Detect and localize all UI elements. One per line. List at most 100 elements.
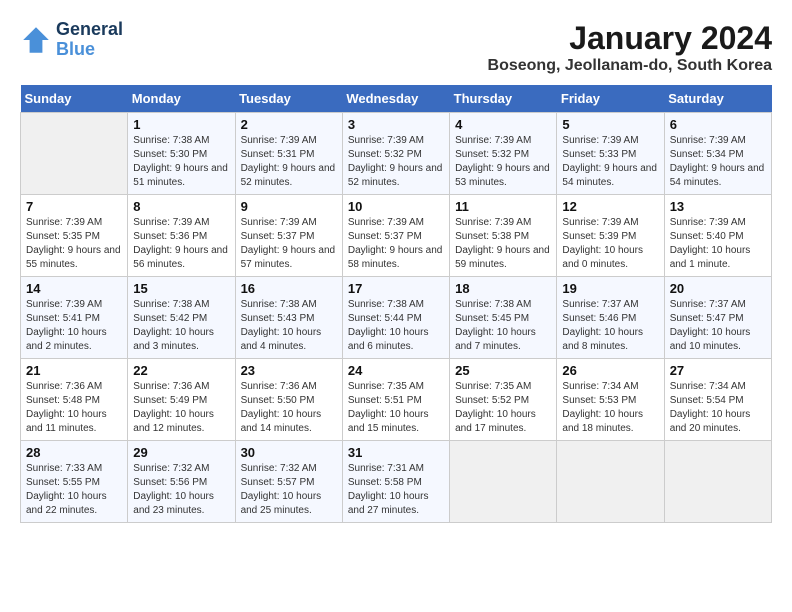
- day-number: 10: [348, 199, 444, 214]
- day-detail: Sunrise: 7:39 AM Sunset: 5:32 PM Dayligh…: [455, 134, 551, 190]
- day-detail: Sunrise: 7:37 AM Sunset: 5:46 PM Dayligh…: [562, 298, 658, 354]
- calendar-cell: 30 Sunrise: 7:32 AM Sunset: 5:57 PM Dayli…: [235, 441, 342, 523]
- day-detail: Sunrise: 7:34 AM Sunset: 5:54 PM Dayligh…: [670, 380, 766, 436]
- day-number: 14: [26, 281, 122, 296]
- calendar-week-row: 14 Sunrise: 7:39 AM Sunset: 5:41 PM Dayli…: [21, 277, 772, 359]
- calendar-cell: [450, 441, 557, 523]
- weekday-header-wednesday: Wednesday: [342, 85, 449, 113]
- day-number: 7: [26, 199, 122, 214]
- calendar-cell: 16 Sunrise: 7:38 AM Sunset: 5:43 PM Dayli…: [235, 277, 342, 359]
- calendar-cell: 18 Sunrise: 7:38 AM Sunset: 5:45 PM Dayli…: [450, 277, 557, 359]
- day-detail: Sunrise: 7:36 AM Sunset: 5:48 PM Dayligh…: [26, 380, 122, 436]
- day-number: 20: [670, 281, 766, 296]
- day-detail: Sunrise: 7:38 AM Sunset: 5:45 PM Dayligh…: [455, 298, 551, 354]
- day-number: 19: [562, 281, 658, 296]
- day-number: 28: [26, 445, 122, 460]
- day-detail: Sunrise: 7:38 AM Sunset: 5:30 PM Dayligh…: [133, 134, 229, 190]
- calendar-table: SundayMondayTuesdayWednesdayThursdayFrid…: [20, 85, 772, 523]
- calendar-cell: 20 Sunrise: 7:37 AM Sunset: 5:47 PM Dayli…: [664, 277, 771, 359]
- day-detail: Sunrise: 7:39 AM Sunset: 5:32 PM Dayligh…: [348, 134, 444, 190]
- day-detail: Sunrise: 7:35 AM Sunset: 5:52 PM Dayligh…: [455, 380, 551, 436]
- calendar-week-row: 28 Sunrise: 7:33 AM Sunset: 5:55 PM Dayli…: [21, 441, 772, 523]
- day-detail: Sunrise: 7:39 AM Sunset: 5:37 PM Dayligh…: [241, 216, 337, 272]
- day-number: 12: [562, 199, 658, 214]
- day-detail: Sunrise: 7:39 AM Sunset: 5:38 PM Dayligh…: [455, 216, 551, 272]
- day-detail: Sunrise: 7:37 AM Sunset: 5:47 PM Dayligh…: [670, 298, 766, 354]
- weekday-header-sunday: Sunday: [21, 85, 128, 113]
- calendar-week-row: 21 Sunrise: 7:36 AM Sunset: 5:48 PM Dayli…: [21, 359, 772, 441]
- day-detail: Sunrise: 7:39 AM Sunset: 5:36 PM Dayligh…: [133, 216, 229, 272]
- page-header: General Blue January 2024 Boseong, Jeoll…: [20, 20, 772, 75]
- day-detail: Sunrise: 7:33 AM Sunset: 5:55 PM Dayligh…: [26, 462, 122, 518]
- calendar-cell: 27 Sunrise: 7:34 AM Sunset: 5:54 PM Dayli…: [664, 359, 771, 441]
- calendar-cell: 11Sunrise: 7:39 AM Sunset: 5:38 PM Dayli…: [450, 195, 557, 277]
- day-detail: Sunrise: 7:36 AM Sunset: 5:50 PM Dayligh…: [241, 380, 337, 436]
- calendar-cell: [21, 113, 128, 195]
- day-number: 24: [348, 363, 444, 378]
- calendar-cell: 7Sunrise: 7:39 AM Sunset: 5:35 PM Daylig…: [21, 195, 128, 277]
- day-number: 26: [562, 363, 658, 378]
- weekday-header-tuesday: Tuesday: [235, 85, 342, 113]
- calendar-cell: 8Sunrise: 7:39 AM Sunset: 5:36 PM Daylig…: [128, 195, 235, 277]
- day-detail: Sunrise: 7:39 AM Sunset: 5:33 PM Dayligh…: [562, 134, 658, 190]
- weekday-header-monday: Monday: [128, 85, 235, 113]
- calendar-cell: 13 Sunrise: 7:39 AM Sunset: 5:40 PM Dayli…: [664, 195, 771, 277]
- calendar-week-row: 1 Sunrise: 7:38 AM Sunset: 5:30 PM Daylig…: [21, 113, 772, 195]
- day-number: 2: [241, 117, 337, 132]
- calendar-cell: 21 Sunrise: 7:36 AM Sunset: 5:48 PM Dayli…: [21, 359, 128, 441]
- logo-icon: [20, 24, 52, 56]
- day-detail: Sunrise: 7:39 AM Sunset: 5:39 PM Dayligh…: [562, 216, 658, 272]
- calendar-subtitle: Boseong, Jeollanam-do, South Korea: [488, 57, 772, 75]
- day-number: 9: [241, 199, 337, 214]
- calendar-cell: 6 Sunrise: 7:39 AM Sunset: 5:34 PM Daylig…: [664, 113, 771, 195]
- day-detail: Sunrise: 7:32 AM Sunset: 5:57 PM Dayligh…: [241, 462, 337, 518]
- day-detail: Sunrise: 7:36 AM Sunset: 5:49 PM Dayligh…: [133, 380, 229, 436]
- calendar-cell: 24Sunrise: 7:35 AM Sunset: 5:51 PM Dayli…: [342, 359, 449, 441]
- logo: General Blue: [20, 20, 123, 60]
- day-number: 4: [455, 117, 551, 132]
- day-detail: Sunrise: 7:38 AM Sunset: 5:44 PM Dayligh…: [348, 298, 444, 354]
- calendar-cell: 15Sunrise: 7:38 AM Sunset: 5:42 PM Dayli…: [128, 277, 235, 359]
- calendar-cell: 10 Sunrise: 7:39 AM Sunset: 5:37 PM Dayli…: [342, 195, 449, 277]
- day-detail: Sunrise: 7:38 AM Sunset: 5:42 PM Dayligh…: [133, 298, 229, 354]
- weekday-header-thursday: Thursday: [450, 85, 557, 113]
- day-number: 13: [670, 199, 766, 214]
- calendar-cell: 19 Sunrise: 7:37 AM Sunset: 5:46 PM Dayli…: [557, 277, 664, 359]
- day-number: 23: [241, 363, 337, 378]
- calendar-cell: 4 Sunrise: 7:39 AM Sunset: 5:32 PM Daylig…: [450, 113, 557, 195]
- calendar-cell: 3 Sunrise: 7:39 AM Sunset: 5:32 PM Daylig…: [342, 113, 449, 195]
- day-detail: Sunrise: 7:34 AM Sunset: 5:53 PM Dayligh…: [562, 380, 658, 436]
- day-number: 17: [348, 281, 444, 296]
- day-detail: Sunrise: 7:39 AM Sunset: 5:31 PM Dayligh…: [241, 134, 337, 190]
- day-number: 25: [455, 363, 551, 378]
- calendar-cell: [664, 441, 771, 523]
- day-detail: Sunrise: 7:39 AM Sunset: 5:34 PM Dayligh…: [670, 134, 766, 190]
- day-detail: Sunrise: 7:39 AM Sunset: 5:41 PM Dayligh…: [26, 298, 122, 354]
- calendar-week-row: 7Sunrise: 7:39 AM Sunset: 5:35 PM Daylig…: [21, 195, 772, 277]
- calendar-cell: 1 Sunrise: 7:38 AM Sunset: 5:30 PM Daylig…: [128, 113, 235, 195]
- calendar-cell: 29 Sunrise: 7:32 AM Sunset: 5:56 PM Dayli…: [128, 441, 235, 523]
- day-number: 6: [670, 117, 766, 132]
- day-detail: Sunrise: 7:32 AM Sunset: 5:56 PM Dayligh…: [133, 462, 229, 518]
- calendar-cell: 12 Sunrise: 7:39 AM Sunset: 5:39 PM Dayli…: [557, 195, 664, 277]
- day-number: 5: [562, 117, 658, 132]
- calendar-cell: 31Sunrise: 7:31 AM Sunset: 5:58 PM Dayli…: [342, 441, 449, 523]
- calendar-cell: 9 Sunrise: 7:39 AM Sunset: 5:37 PM Daylig…: [235, 195, 342, 277]
- calendar-cell: 22Sunrise: 7:36 AM Sunset: 5:49 PM Dayli…: [128, 359, 235, 441]
- day-number: 16: [241, 281, 337, 296]
- day-number: 21: [26, 363, 122, 378]
- calendar-cell: 2 Sunrise: 7:39 AM Sunset: 5:31 PM Daylig…: [235, 113, 342, 195]
- day-detail: Sunrise: 7:39 AM Sunset: 5:40 PM Dayligh…: [670, 216, 766, 272]
- calendar-cell: 25 Sunrise: 7:35 AM Sunset: 5:52 PM Dayli…: [450, 359, 557, 441]
- day-detail: Sunrise: 7:38 AM Sunset: 5:43 PM Dayligh…: [241, 298, 337, 354]
- calendar-title: January 2024: [488, 20, 772, 57]
- day-number: 29: [133, 445, 229, 460]
- day-number: 27: [670, 363, 766, 378]
- day-detail: Sunrise: 7:39 AM Sunset: 5:37 PM Dayligh…: [348, 216, 444, 272]
- day-number: 1: [133, 117, 229, 132]
- day-number: 3: [348, 117, 444, 132]
- day-number: 30: [241, 445, 337, 460]
- day-number: 18: [455, 281, 551, 296]
- calendar-cell: 14 Sunrise: 7:39 AM Sunset: 5:41 PM Dayli…: [21, 277, 128, 359]
- calendar-cell: 17 Sunrise: 7:38 AM Sunset: 5:44 PM Dayli…: [342, 277, 449, 359]
